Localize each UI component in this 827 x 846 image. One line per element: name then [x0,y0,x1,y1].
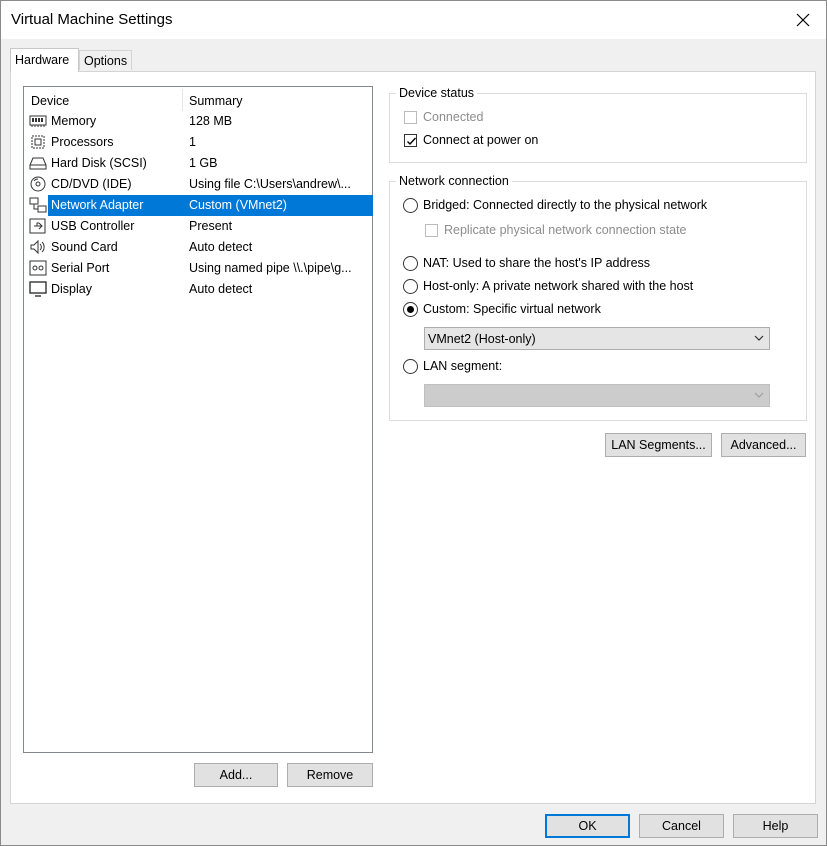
memory-icon [29,115,47,127]
device-name: Network Adapter [48,195,191,216]
column-header-summary[interactable]: Summary [189,94,242,108]
replicate-state-label: Replicate physical network connection st… [444,223,687,237]
device-row-display[interactable]: Display Auto detect [24,279,372,300]
device-name: Memory [51,114,97,128]
device-row-hard-disk[interactable]: Hard Disk (SCSI) 1 GB [24,153,372,174]
chevron-down-icon [754,392,764,398]
remove-device-button[interactable]: Remove [287,763,373,787]
device-summary: 128 MB [189,114,233,128]
close-button[interactable] [780,1,826,39]
sound-icon [30,239,45,255]
radio-circle [403,359,418,374]
device-summary: Auto detect [189,240,253,254]
device-summary: Present [189,219,233,233]
lan-segment-select[interactable] [424,384,770,407]
lan-segment-label: LAN segment: [423,359,503,373]
device-summary: Custom (VMnet2) [184,195,373,216]
custom-label: Custom: Specific virtual network [423,302,601,316]
network-connection-group: Network connection Bridged: Connected di… [389,174,807,421]
device-summary: 1 GB [189,156,218,170]
checkbox-box [404,134,417,147]
device-row-cd-dvd[interactable]: CD/DVD (IDE) Using file C:\Users\andrew\… [24,174,372,195]
radio-circle [403,198,418,213]
device-list-header: Device Summary [24,87,372,113]
lan-segments-button[interactable]: LAN Segments... [605,433,712,457]
device-row-memory[interactable]: Memory 128 MB [24,111,372,132]
device-status-group: Device status Connected Connect at power… [389,86,807,163]
usb-icon [29,218,46,234]
device-row-sound-card[interactable]: Sound Card Auto detect [24,237,372,258]
radio-circle [403,256,418,271]
device-name: Display [51,282,92,296]
bridged-label: Bridged: Connected directly to the physi… [423,198,708,212]
custom-network-select[interactable]: VMnet2 (Host-only) [424,327,770,350]
cd-dvd-icon [30,176,46,192]
device-summary: Using named pipe \\.\pipe\g... [189,261,352,275]
connect-at-power-on-label: Connect at power on [423,133,539,147]
device-name: Serial Port [51,261,110,275]
tab-options[interactable]: Options [79,50,132,70]
device-name: USB Controller [51,219,135,233]
device-name: Sound Card [51,240,118,254]
device-row-serial-port[interactable]: Serial Port Using named pipe \\.\pipe\g.… [24,258,372,279]
host-only-label: Host-only: A private network shared with… [423,279,694,293]
tab-hardware[interactable]: Hardware [10,48,79,72]
display-icon [29,281,47,297]
radio-selected-dot [407,306,414,313]
device-row-usb-controller[interactable]: USB Controller Present [24,216,372,237]
settings-dialog: Virtual Machine Settings Hardware Option… [0,0,827,846]
device-name: CD/DVD (IDE) [51,177,132,191]
ok-button[interactable]: OK [545,814,630,838]
device-summary: Using file C:\Users\andrew\... [189,177,351,191]
radio-circle [403,302,418,317]
device-name: Hard Disk (SCSI) [51,156,147,170]
window-title: Virtual Machine Settings [11,11,173,28]
device-summary: 1 [189,135,196,149]
checkmark-icon [407,137,417,146]
chevron-down-icon [754,335,764,341]
device-row-network-adapter[interactable]: Network Adapter Custom (VMnet2) [24,195,373,216]
nat-label: NAT: Used to share the host's IP address [423,256,651,270]
processor-icon [31,135,45,149]
serial-port-icon [29,260,47,276]
column-header-device[interactable]: Device [31,94,69,108]
column-separator[interactable] [182,89,183,111]
help-button[interactable]: Help [733,814,818,838]
network-adapter-icon [29,197,47,213]
close-icon [796,13,810,27]
network-connection-title: Network connection [396,174,512,188]
device-name: Processors [51,135,114,149]
device-list[interactable]: Device Summary Memory 128 MB Processors … [23,86,373,753]
device-row-processors[interactable]: Processors 1 [24,132,372,153]
add-device-button[interactable]: Add... [194,763,278,787]
title-bar: Virtual Machine Settings [1,1,826,39]
advanced-button[interactable]: Advanced... [721,433,806,457]
connected-label: Connected [423,110,484,124]
device-status-title: Device status [396,86,478,100]
custom-network-value: VMnet2 (Host-only) [428,332,536,346]
radio-circle [403,279,418,294]
cancel-button[interactable]: Cancel [639,814,724,838]
checkbox-box [425,224,438,237]
checkbox-box [404,111,417,124]
hard-disk-icon [29,157,47,170]
device-summary: Auto detect [189,282,253,296]
